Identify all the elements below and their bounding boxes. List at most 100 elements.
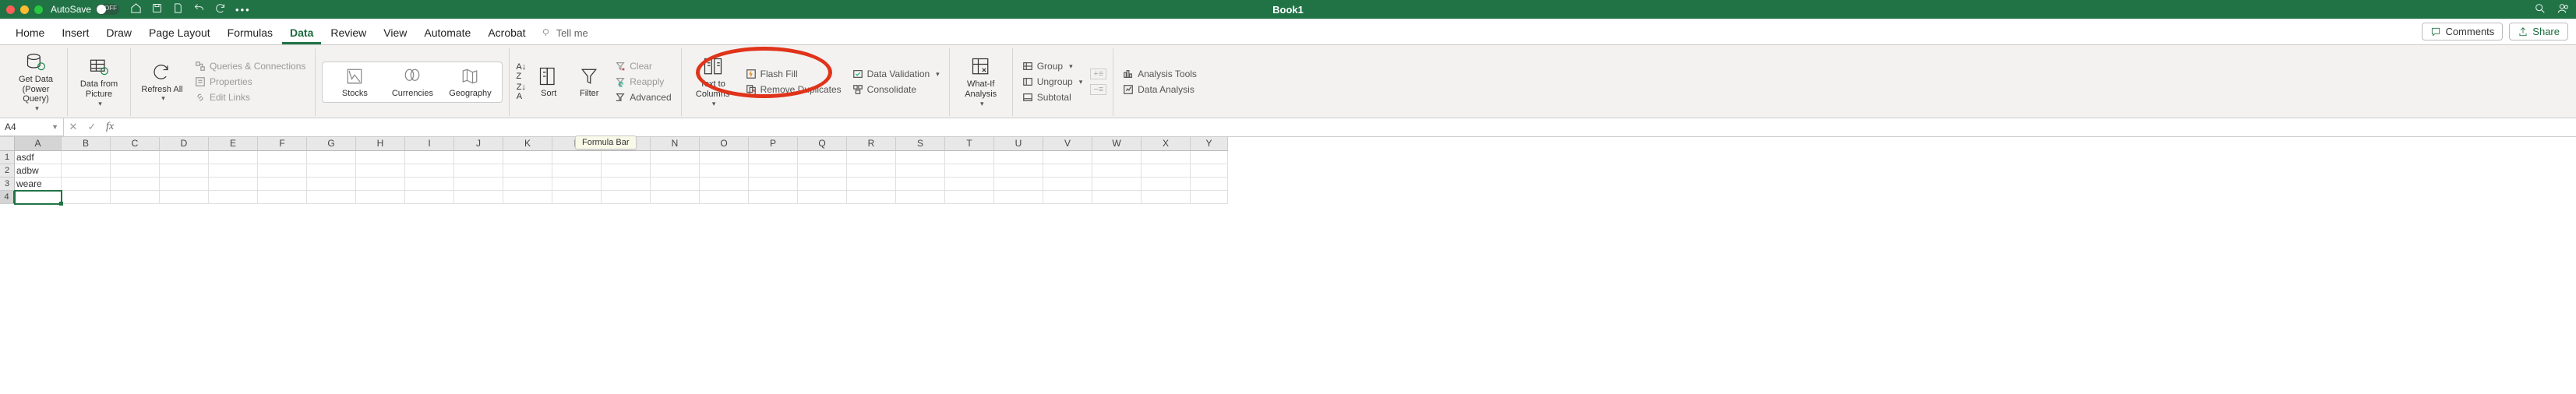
cell[interactable]: asdf [15, 151, 62, 164]
data-validation-button[interactable]: Data Validation [849, 67, 943, 81]
cell[interactable] [405, 164, 454, 178]
sort-desc-icon[interactable]: Z↓A [517, 83, 526, 101]
cell[interactable] [749, 151, 798, 164]
clear-filter-button[interactable]: Clear [612, 59, 674, 73]
cell[interactable] [994, 151, 1043, 164]
cell[interactable] [994, 191, 1043, 204]
cell[interactable] [749, 191, 798, 204]
chevron-down-icon[interactable]: ▼ [51, 123, 58, 131]
cell[interactable] [356, 191, 405, 204]
autosave-switch[interactable]: OFF [96, 4, 119, 15]
cell[interactable] [1142, 178, 1191, 191]
cell[interactable] [258, 178, 307, 191]
cell[interactable] [1043, 178, 1092, 191]
cell[interactable] [209, 191, 258, 204]
cell[interactable]: adbw [15, 164, 62, 178]
cell[interactable] [651, 164, 700, 178]
data-types-gallery[interactable]: Stocks Currencies Geography [322, 62, 503, 103]
cell[interactable] [258, 151, 307, 164]
cell[interactable] [552, 178, 602, 191]
column-header[interactable]: E [209, 137, 258, 151]
cell[interactable] [651, 191, 700, 204]
name-box[interactable]: A4 ▼ [0, 118, 64, 136]
cell[interactable] [1092, 178, 1142, 191]
comments-button[interactable]: Comments [2422, 23, 2503, 40]
cell[interactable] [798, 191, 847, 204]
reapply-filter-button[interactable]: Reapply [612, 75, 674, 89]
cell[interactable] [160, 191, 209, 204]
cell[interactable] [1092, 191, 1142, 204]
cell[interactable] [602, 191, 651, 204]
sort-asc-icon[interactable]: A↓Z [516, 62, 526, 81]
cell[interactable] [749, 178, 798, 191]
cell[interactable] [651, 151, 700, 164]
cell[interactable] [847, 151, 896, 164]
column-header[interactable]: F [258, 137, 307, 151]
column-header[interactable]: S [896, 137, 945, 151]
queries-connections-button[interactable]: Queries & Connections [192, 59, 309, 73]
tell-me-search[interactable]: Tell me [540, 27, 588, 39]
column-header[interactable]: G [307, 137, 356, 151]
cell[interactable] [1043, 151, 1092, 164]
account-icon[interactable] [2557, 2, 2570, 17]
cell[interactable] [1043, 164, 1092, 178]
cell[interactable] [945, 191, 994, 204]
cell[interactable] [454, 164, 503, 178]
tab-acrobat[interactable]: Acrobat [480, 22, 533, 44]
home-icon[interactable] [130, 2, 142, 16]
cell[interactable] [749, 164, 798, 178]
cell[interactable] [847, 191, 896, 204]
column-header[interactable]: A [15, 137, 62, 151]
subtotal-button[interactable]: Subtotal [1019, 90, 1086, 104]
more-icon[interactable]: ••• [235, 4, 251, 16]
stocks-datatype[interactable]: Stocks [327, 64, 382, 100]
cell[interactable] [896, 164, 945, 178]
cell[interactable] [602, 164, 651, 178]
cell[interactable] [798, 151, 847, 164]
cell[interactable] [62, 191, 111, 204]
cell[interactable] [503, 178, 552, 191]
cell[interactable] [258, 164, 307, 178]
cell[interactable] [1191, 164, 1228, 178]
cell[interactable] [700, 164, 749, 178]
consolidate-button[interactable]: Consolidate [849, 83, 943, 97]
undo-icon[interactable] [193, 2, 205, 16]
cell[interactable] [454, 151, 503, 164]
cell[interactable] [307, 164, 356, 178]
cell[interactable] [994, 164, 1043, 178]
cell[interactable] [798, 178, 847, 191]
column-header[interactable]: X [1142, 137, 1191, 151]
tab-review[interactable]: Review [323, 22, 374, 44]
tab-formulas[interactable]: Formulas [220, 22, 281, 44]
cell[interactable] [405, 178, 454, 191]
cell[interactable] [945, 164, 994, 178]
cell[interactable] [503, 191, 552, 204]
cell[interactable] [1142, 191, 1191, 204]
column-header[interactable]: U [994, 137, 1043, 151]
cell[interactable] [307, 151, 356, 164]
column-header[interactable]: T [945, 137, 994, 151]
data-analysis-button[interactable]: Data Analysis [1120, 83, 1200, 97]
cell[interactable] [1142, 164, 1191, 178]
cell[interactable] [1092, 151, 1142, 164]
cell[interactable] [356, 151, 405, 164]
tab-data[interactable]: Data [282, 22, 321, 44]
cell[interactable] [258, 191, 307, 204]
cell[interactable] [209, 151, 258, 164]
column-header[interactable]: N [651, 137, 700, 151]
row-header[interactable]: 2 [0, 164, 15, 178]
edit-links-button[interactable]: Edit Links [192, 90, 309, 104]
row-header[interactable]: 3 [0, 178, 15, 191]
column-header[interactable]: H [356, 137, 405, 151]
cell[interactable] [602, 151, 651, 164]
share-button[interactable]: Share [2509, 23, 2568, 40]
cell[interactable] [1191, 178, 1228, 191]
data-from-picture-button[interactable]: Data from Picture [74, 55, 124, 109]
cell[interactable] [62, 164, 111, 178]
tab-view[interactable]: View [376, 22, 415, 44]
geography-datatype[interactable]: Geography [443, 64, 497, 100]
file-icon[interactable] [172, 2, 184, 16]
cell[interactable] [62, 178, 111, 191]
cell[interactable] [503, 164, 552, 178]
column-header[interactable]: R [847, 137, 896, 151]
